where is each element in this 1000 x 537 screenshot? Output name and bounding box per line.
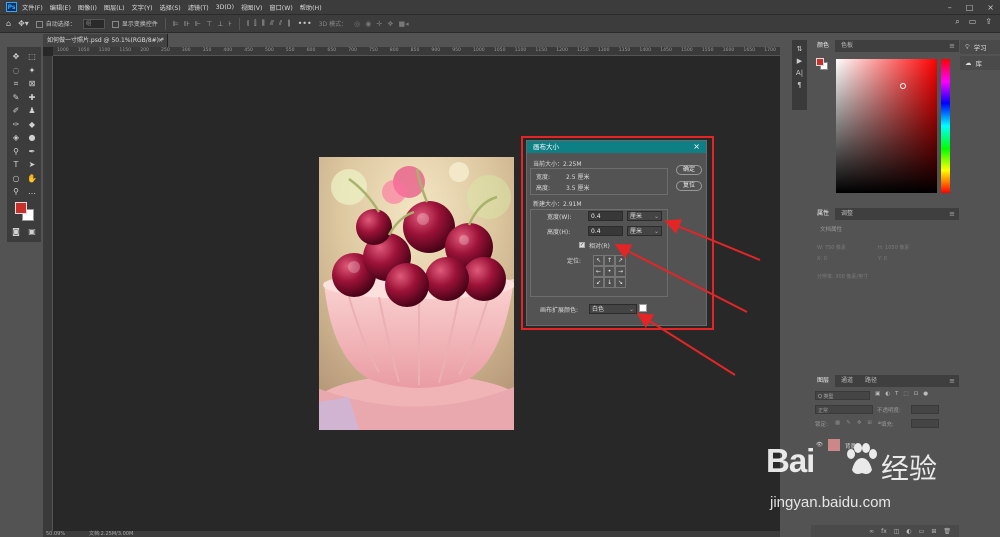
filter-adjust-icon[interactable]: ◐ [885,391,890,401]
cloud-icon: ☁ [965,59,972,67]
layers-footer: ∞ fx ◫ ◐ ▭ ⊞ 🗑︎ [811,525,959,537]
prop-width: W: 750 像素 [817,245,847,251]
delete-layer-icon[interactable]: 🗑︎ [943,528,951,535]
doc-properties-label: 文档属性 [820,227,843,233]
learn-label: 学习 [973,44,987,52]
color-panel-tabs: 颜色 色板 ≡ [811,40,959,52]
fill-label: 填充: [881,422,894,428]
panel-menu-icon[interactable]: ≡ [949,377,955,385]
prop-y: Y: 0 [878,256,887,262]
opacity-input[interactable] [911,405,939,414]
fill-input[interactable] [911,419,939,428]
lock-paint-icon[interactable]: ✎ [846,420,851,430]
tab-layers[interactable]: 图层 [811,375,836,387]
blend-mode-value: 正常 [818,408,829,414]
lock-icons: ▦ ✎ ✥ ⊞ 🔒︎ [835,420,881,430]
watermark-url: jingyan.baidu.com [770,494,891,511]
prop-resolution: 分辨率: 300 像素/英寸 [817,274,869,280]
color-panel: 颜色 色板 ≡ [811,40,959,200]
panel-menu-icon[interactable]: ≡ [949,210,955,218]
opacity-label: 不透明度: [877,408,901,414]
baidu-paw-icon [847,443,877,474]
library-button[interactable]: ☁ 库 [960,56,1000,70]
tab-adjustments[interactable]: 调整 [835,208,859,220]
layer-kind-filter[interactable]: Q 类型 [815,391,870,400]
character-icon[interactable]: A| [796,69,803,77]
fx-icon[interactable]: fx [881,528,887,535]
lock-move-icon[interactable]: ✥ [857,420,862,430]
panel-foreground-color[interactable] [816,58,824,66]
filter-pixel-icon[interactable]: ▣ [875,391,880,401]
properties-panel: 属性 调整 ≡ 文档属性 W: 750 像素 H: 1050 像素 X: 0 Y… [811,208,959,403]
learn-button[interactable]: 💡︎ 学习 [960,40,1000,54]
blend-mode-select[interactable]: 正常 [815,405,873,414]
arrow-to-relative [614,244,748,313]
watermark-brand: Bai [766,442,815,479]
arrow-to-extension-color [636,312,736,376]
link-layers-icon[interactable]: ∞ [869,528,874,535]
hue-slider[interactable] [941,59,950,193]
tab-swatches[interactable]: 色板 [835,40,859,52]
color-field[interactable] [836,59,937,193]
panel-icon-strip: ⇅ ▶ A| ¶ [792,40,807,110]
foreground-color[interactable] [15,201,27,214]
prop-x: X: 0 [817,256,827,262]
add-mask-icon[interactable]: ◫ [894,528,900,535]
panel-menu-icon[interactable]: ≡ [949,42,955,50]
properties-tabs: 属性 调整 ≡ [811,208,959,220]
layers-tabs: 图层 通道 路径 ≡ [811,375,959,387]
watermark-suffix: 经验 [881,452,938,485]
filter-type-icon[interactable]: T [895,391,898,401]
actions-icon[interactable]: ▶ [797,57,802,65]
filter-toggle-icon[interactable]: ● [923,391,928,401]
layer-filter-icons: ▣ ◐ T ⬚ ⊡ ● [875,391,928,401]
tab-properties[interactable]: 属性 [811,208,836,220]
baidu-watermark: Bai 经验 jingyan.baidu.com [752,440,977,520]
tab-channels[interactable]: 通道 [835,375,859,387]
new-group-icon[interactable]: ▭ [919,528,925,535]
new-layer-icon[interactable]: ⊞ [931,528,936,535]
arrow-to-width-unit [664,219,761,261]
library-label: 库 [975,60,983,68]
adjustment-layer-icon[interactable]: ◐ [906,528,911,535]
lock-pixels-icon[interactable]: ▦ [835,420,840,430]
filter-smart-icon[interactable]: ⊡ [914,391,919,401]
filter-shape-icon[interactable]: ⬚ [903,391,908,401]
paragraph-icon[interactable]: ¶ [797,81,801,89]
lightbulb-icon: 💡︎ [965,42,970,51]
tab-color[interactable]: 颜色 [811,40,836,52]
color-picker-ring[interactable] [900,83,906,89]
tab-paths[interactable]: 路径 [859,375,883,387]
lock-label: 锁定: [815,422,828,428]
history-icon[interactable]: ⇅ [797,45,803,53]
lock-artboard-icon[interactable]: ⊞ [867,420,872,430]
prop-height: H: 1050 像素 [878,245,910,251]
layer-kind-value: Q 类型 [818,394,834,400]
